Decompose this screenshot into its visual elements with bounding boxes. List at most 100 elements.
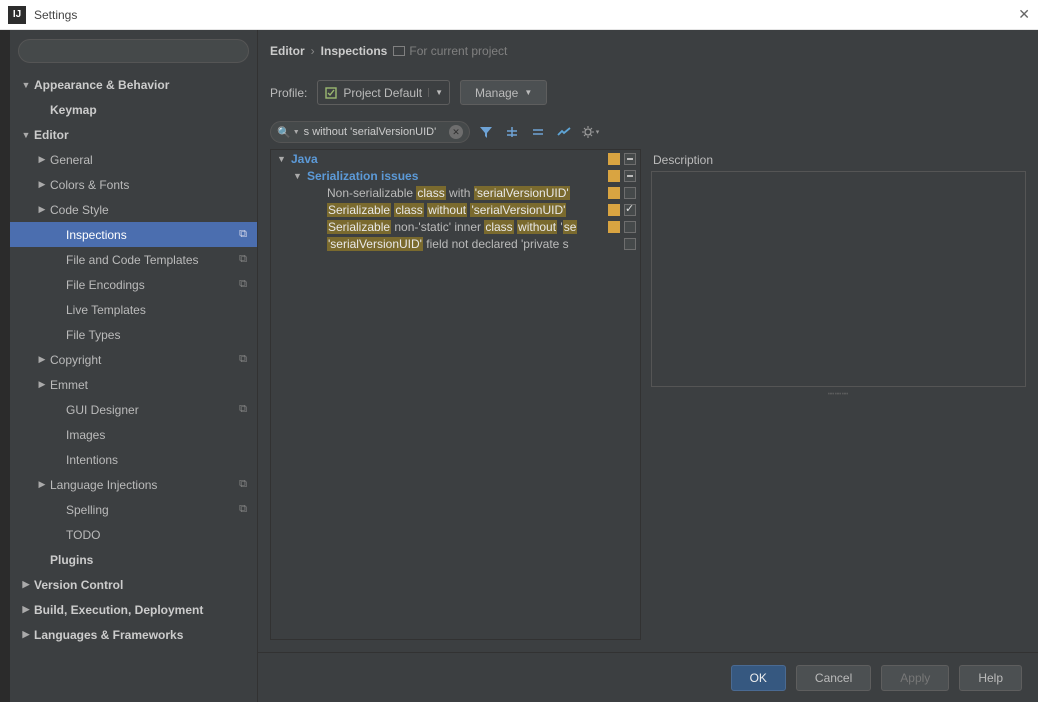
- sidebar-item[interactable]: Images: [10, 422, 257, 447]
- sidebar-item[interactable]: GUI Designer⧉: [10, 397, 257, 422]
- inspection-row-label: 'serialVersionUID' field not declared 'p…: [327, 237, 569, 251]
- clear-icon[interactable]: ✕: [449, 125, 463, 139]
- tree-category-row[interactable]: Java: [271, 150, 640, 167]
- sidebar-item-label: Version Control: [34, 578, 123, 592]
- sidebar-item[interactable]: Intentions: [10, 447, 257, 472]
- sidebar-item[interactable]: Emmet: [10, 372, 257, 397]
- chevron-right-icon[interactable]: [34, 179, 50, 190]
- search-highlight: se: [563, 220, 578, 234]
- checkbox-mixed[interactable]: [624, 153, 636, 165]
- check-row: [604, 201, 640, 218]
- checkbox[interactable]: [624, 187, 636, 199]
- inspection-row[interactable]: Non-serializable class with 'serialVersi…: [271, 184, 640, 201]
- sidebar-item[interactable]: Appearance & Behavior: [10, 72, 257, 97]
- profile-value: Project Default: [343, 86, 422, 100]
- chevron-down-icon[interactable]: ▼: [293, 129, 300, 136]
- resize-grip-icon[interactable]: ┉┉┉: [828, 389, 849, 400]
- chevron-down-icon[interactable]: [293, 171, 307, 181]
- manage-button[interactable]: Manage ▼: [460, 80, 547, 105]
- chevron-right-icon[interactable]: [34, 154, 50, 165]
- checkbox[interactable]: [624, 221, 636, 233]
- checkbox-mixed[interactable]: [624, 170, 636, 182]
- sidebar-item[interactable]: Plugins: [10, 547, 257, 572]
- sidebar-item[interactable]: Code Style: [10, 197, 257, 222]
- sidebar-item-label: File Types: [66, 328, 120, 342]
- sidebar-item[interactable]: File Encodings⧉: [10, 272, 257, 297]
- sidebar-item[interactable]: General: [10, 147, 257, 172]
- profile-row: Profile: Project Default ▼ Manage ▼: [258, 72, 1038, 121]
- close-icon[interactable]: ✕: [990, 6, 1030, 23]
- check-row: [604, 150, 640, 167]
- chevron-right-icon[interactable]: [18, 629, 34, 640]
- sidebar-item[interactable]: Build, Execution, Deployment: [10, 597, 257, 622]
- chevron-down-icon[interactable]: [18, 80, 34, 90]
- sidebar-item[interactable]: File and Code Templates⧉: [10, 247, 257, 272]
- sidebar-item[interactable]: Inspections⧉: [10, 222, 257, 247]
- sidebar-item-label: Intentions: [66, 453, 118, 467]
- chevron-down-icon[interactable]: [277, 154, 291, 164]
- sidebar-item[interactable]: Language Injections⧉: [10, 472, 257, 497]
- chevron-right-icon[interactable]: [18, 579, 34, 590]
- search-highlight: 'serialVersionUID': [474, 186, 570, 200]
- sidebar-item[interactable]: Languages & Frameworks: [10, 622, 257, 647]
- sidebar-item[interactable]: Version Control: [10, 572, 257, 597]
- sidebar-item-label: Inspections: [66, 228, 127, 242]
- inspection-row-label: Serializable class without 'serialVersio…: [327, 203, 566, 217]
- reset-icon[interactable]: [554, 122, 574, 142]
- sidebar-item-label: Build, Execution, Deployment: [34, 603, 203, 617]
- window-title: Settings: [34, 8, 990, 22]
- breadcrumb-parent[interactable]: Editor: [270, 44, 305, 58]
- apply-button[interactable]: Apply: [881, 665, 949, 691]
- chevron-right-icon[interactable]: [34, 379, 50, 390]
- severity-warning-icon: [608, 204, 620, 216]
- inspection-row[interactable]: Serializable non-'static' inner class wi…: [271, 218, 640, 235]
- ok-button[interactable]: OK: [731, 665, 786, 691]
- checkbox[interactable]: [624, 238, 636, 250]
- help-button[interactable]: Help: [959, 665, 1022, 691]
- sidebar-item[interactable]: TODO: [10, 522, 257, 547]
- project-scope-icon: ⧉: [239, 478, 247, 491]
- sidebar-item-label: Spelling: [66, 503, 109, 517]
- search-highlight: without: [517, 220, 557, 234]
- sidebar-item[interactable]: Spelling⧉: [10, 497, 257, 522]
- sidebar-item-label: Code Style: [50, 203, 109, 217]
- sidebar-item-label: General: [50, 153, 93, 167]
- inspection-row[interactable]: Serializable class without 'serialVersio…: [271, 201, 640, 218]
- sidebar-item[interactable]: Keymap: [10, 97, 257, 122]
- sidebar-search-wrap: 🔍: [10, 30, 257, 72]
- breadcrumb-scope-label: For current project: [409, 44, 507, 58]
- sidebar-item-label: Live Templates: [66, 303, 146, 317]
- sidebar-item[interactable]: Live Templates: [10, 297, 257, 322]
- gear-icon[interactable]: ▾: [580, 122, 600, 142]
- sidebar-search-input[interactable]: [18, 39, 249, 63]
- sidebar-item[interactable]: Colors & Fonts: [10, 172, 257, 197]
- titlebar: IJ Settings ✕: [0, 0, 1038, 30]
- inspection-row[interactable]: 'serialVersionUID' field not declared 'p…: [271, 235, 640, 252]
- chevron-right-icon[interactable]: [34, 479, 50, 490]
- inspection-description-pane: Description ┉┉┉: [651, 121, 1026, 640]
- sidebar-item-label: TODO: [66, 528, 100, 542]
- tree-group-row[interactable]: Serialization issues: [271, 167, 640, 184]
- sidebar-item-label: Emmet: [50, 378, 88, 392]
- search-highlight: 'serialVersionUID': [327, 237, 423, 251]
- sidebar-item[interactable]: File Types: [10, 322, 257, 347]
- checkbox-checked[interactable]: [624, 204, 636, 216]
- chevron-right-icon[interactable]: [18, 604, 34, 615]
- sidebar-item-label: Appearance & Behavior: [34, 78, 169, 92]
- inspection-search[interactable]: 🔍 ▼ s without 'serialVersionUID' ✕: [270, 121, 470, 143]
- chevron-down-icon[interactable]: [18, 130, 34, 140]
- cancel-button[interactable]: Cancel: [796, 665, 871, 691]
- profile-select[interactable]: Project Default ▼: [317, 80, 450, 105]
- chevron-right-icon[interactable]: [34, 204, 50, 215]
- inspections-body: 🔍 ▼ s without 'serialVersionUID' ✕: [258, 121, 1038, 652]
- expand-all-icon[interactable]: [502, 122, 522, 142]
- inspection-tree[interactable]: Java Serialization issues Non-serializab…: [270, 149, 641, 640]
- collapse-all-icon[interactable]: [528, 122, 548, 142]
- settings-sidebar: 🔍 Appearance & Behavior KeymapEditor Gener…: [10, 30, 258, 702]
- severity-warning-icon: [608, 221, 620, 233]
- filter-icon[interactable]: [476, 122, 496, 142]
- tree-group-label: Serialization issues: [307, 169, 418, 183]
- chevron-right-icon[interactable]: [34, 354, 50, 365]
- sidebar-item[interactable]: Editor: [10, 122, 257, 147]
- sidebar-item[interactable]: Copyright⧉: [10, 347, 257, 372]
